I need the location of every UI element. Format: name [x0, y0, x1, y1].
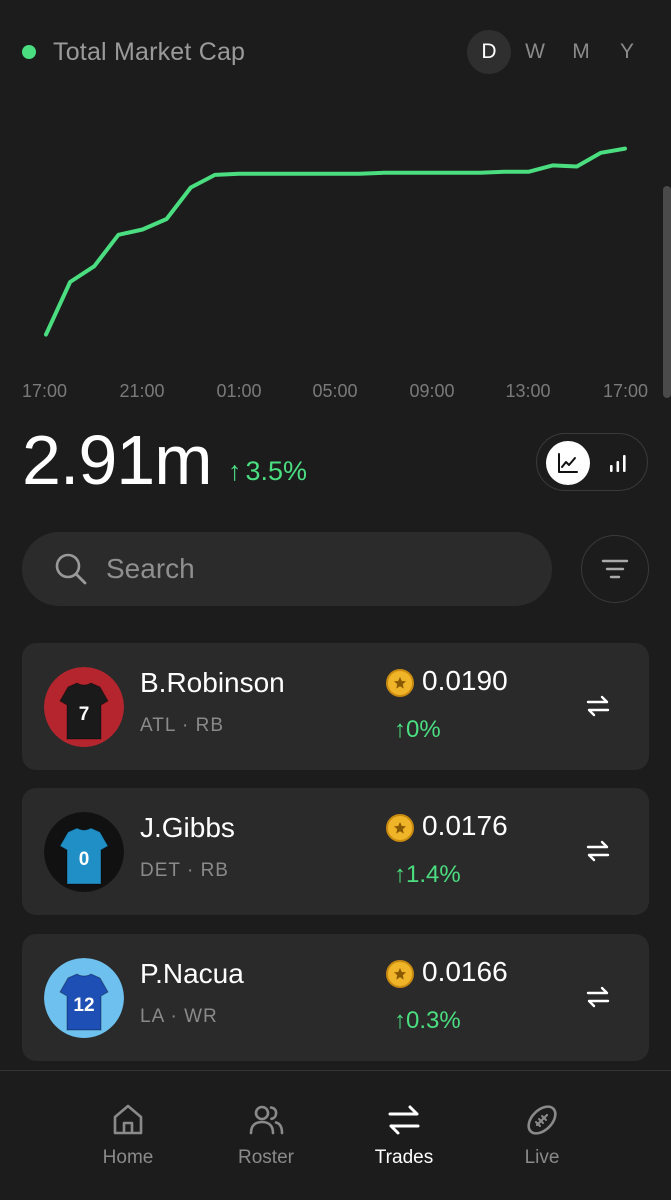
home-icon: [113, 1104, 143, 1135]
bar-chart-icon: [610, 455, 626, 472]
player-card[interactable]: 12 P.Nacua LA · WR 0.0166 ↑0.3%: [22, 934, 649, 1061]
player-price: 0.0176: [422, 810, 508, 841]
trade-button[interactable]: [578, 977, 618, 1017]
market-cap-value: 2.91m: [22, 421, 213, 499]
nav-home-label: Home: [102, 1147, 154, 1168]
jersey-number: 7: [79, 704, 90, 725]
separator: ·: [170, 1006, 178, 1027]
player-name: P.Nacua: [140, 958, 244, 989]
users-icon: [249, 1105, 284, 1135]
line-chart-toggle-button[interactable]: [546, 441, 590, 485]
coin-icon: [386, 960, 414, 988]
separator: ·: [182, 715, 190, 736]
chart-svg: 17:00 21:00 01:00 05:00 09:00 13:00 17:00: [22, 146, 648, 401]
range-week[interactable]: W: [513, 30, 557, 74]
market-header: Total Market Cap D W M Y: [0, 28, 671, 78]
player-team: LA: [140, 1006, 165, 1027]
range-year[interactable]: Y: [605, 30, 649, 74]
separator: ·: [186, 860, 195, 881]
x-tick-label: 09:00: [409, 381, 454, 401]
x-tick-label: 21:00: [119, 381, 164, 401]
nav-roster[interactable]: Roster: [206, 1101, 326, 1169]
nav-roster-label: Roster: [238, 1147, 294, 1168]
player-team-position: ATL · RB: [140, 715, 224, 737]
swap-icon: [586, 840, 610, 862]
player-change: ↑1.4%: [394, 861, 461, 889]
player-change-value: 1.4%: [406, 861, 461, 888]
live-indicator-dot: [22, 45, 36, 59]
market-cap-chart[interactable]: 17:00 21:00 01:00 05:00 09:00 13:00 17:00: [0, 110, 671, 410]
scrollbar-thumb[interactable]: [663, 186, 671, 398]
nav-live[interactable]: Live: [482, 1101, 602, 1169]
x-tick-label: 13:00: [505, 381, 550, 401]
player-team: DET: [140, 860, 181, 881]
nav-trades[interactable]: Trades: [344, 1101, 464, 1169]
player-position: RB: [195, 715, 225, 736]
chart-type-toggle: [536, 433, 648, 491]
player-price: 0.0190: [422, 665, 508, 696]
up-arrow-icon: ↑: [394, 716, 406, 743]
nav-live-label: Live: [524, 1147, 560, 1168]
range-day[interactable]: D: [467, 30, 511, 74]
search-icon: [55, 553, 87, 585]
nav-trades-label: Trades: [374, 1147, 434, 1168]
player-avatar: 7: [44, 667, 124, 747]
jersey-icon: 7: [44, 667, 124, 747]
market-cap-change: ↑ 3.5%: [228, 456, 307, 487]
jersey-number: 12: [73, 995, 94, 1016]
player-team-position: DET · RB: [140, 860, 229, 882]
player-change: ↑0%: [394, 716, 441, 744]
player-avatar: 12: [44, 958, 124, 1038]
player-card[interactable]: 7 B.Robinson ATL · RB 0.0190 ↑0%: [22, 643, 649, 770]
player-change-value: 0%: [406, 716, 441, 743]
range-month[interactable]: M: [559, 30, 603, 74]
player-name: B.Robinson: [140, 667, 285, 698]
line-chart-icon: [558, 453, 578, 473]
player-change-value: 0.3%: [406, 1007, 461, 1034]
filter-button[interactable]: [581, 535, 649, 603]
up-arrow-icon: ↑: [228, 456, 242, 486]
coin-icon: [386, 814, 414, 842]
up-arrow-icon: ↑: [394, 861, 406, 888]
x-tick-label: 17:00: [603, 381, 648, 401]
player-price: 0.0166: [422, 956, 508, 987]
player-team: ATL: [140, 715, 176, 736]
up-arrow-icon: ↑: [394, 1007, 406, 1034]
market-cap-change-value: 3.5%: [245, 456, 308, 486]
player-position: RB: [200, 860, 229, 881]
bottom-nav: Home Roster Trades Live: [0, 1070, 671, 1200]
player-team-position: LA · WR: [140, 1006, 218, 1028]
header-title: Total Market Cap: [53, 38, 246, 66]
player-position: WR: [184, 1006, 218, 1027]
trade-button[interactable]: [578, 686, 618, 726]
coin-icon: [386, 669, 414, 697]
market-cap-series-line: [44, 146, 627, 337]
time-range-selector: D W M Y: [467, 30, 649, 74]
swap-icon: [586, 986, 610, 1008]
jersey-icon: 0: [44, 812, 124, 892]
nav-home[interactable]: Home: [68, 1101, 188, 1169]
player-card[interactable]: 0 J.Gibbs DET · RB 0.0176 ↑1.4%: [22, 788, 649, 915]
x-tick-label: 17:00: [22, 381, 67, 401]
player-avatar: 0: [44, 812, 124, 892]
player-change: ↑0.3%: [394, 1007, 461, 1035]
search-input[interactable]: [106, 532, 526, 606]
swap-icon: [586, 695, 610, 717]
filter-icon: [601, 559, 629, 579]
search-bar: [22, 532, 552, 606]
football-icon: [527, 1105, 557, 1135]
jersey-number: 0: [79, 849, 90, 870]
player-name: J.Gibbs: [140, 812, 235, 843]
jersey-icon: 12: [44, 958, 124, 1038]
bar-chart-toggle-button[interactable]: [596, 441, 640, 485]
swap-icon: [388, 1105, 420, 1135]
x-tick-label: 01:00: [216, 381, 261, 401]
x-tick-label: 05:00: [312, 381, 357, 401]
trade-button[interactable]: [578, 831, 618, 871]
